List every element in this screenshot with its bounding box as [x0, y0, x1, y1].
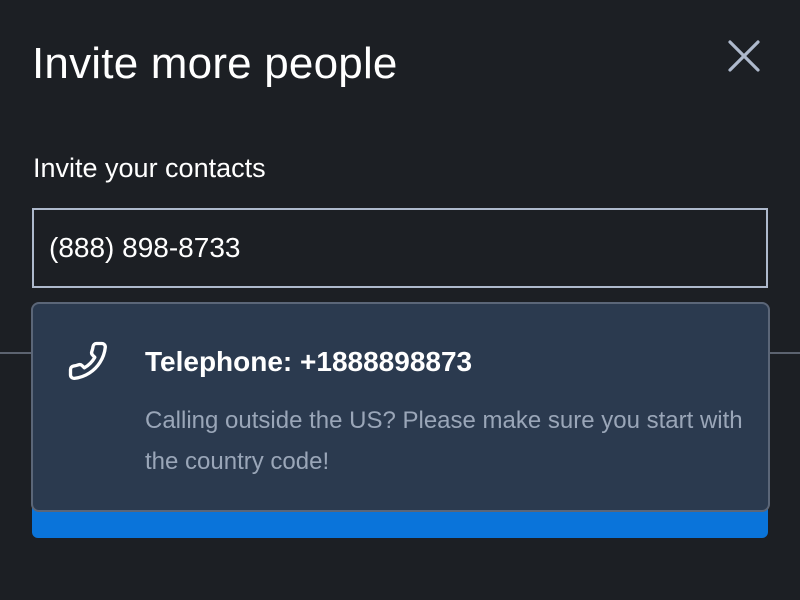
contact-input[interactable] — [32, 208, 768, 288]
contact-suggestion[interactable]: Telephone: +1888898873 Calling outside t… — [31, 302, 770, 512]
phone-icon — [68, 341, 107, 381]
invite-contacts-label: Invite your contacts — [33, 153, 266, 183]
invite-dialog: Invite more people Invite your contacts … — [0, 0, 800, 600]
close-button[interactable] — [722, 34, 766, 78]
dialog-title: Invite more people — [32, 39, 398, 88]
suggestion-title: Telephone: +1888898873 — [145, 346, 473, 377]
suggestion-hint: Calling outside the US? Please make sure… — [145, 407, 743, 475]
close-icon — [728, 40, 760, 72]
